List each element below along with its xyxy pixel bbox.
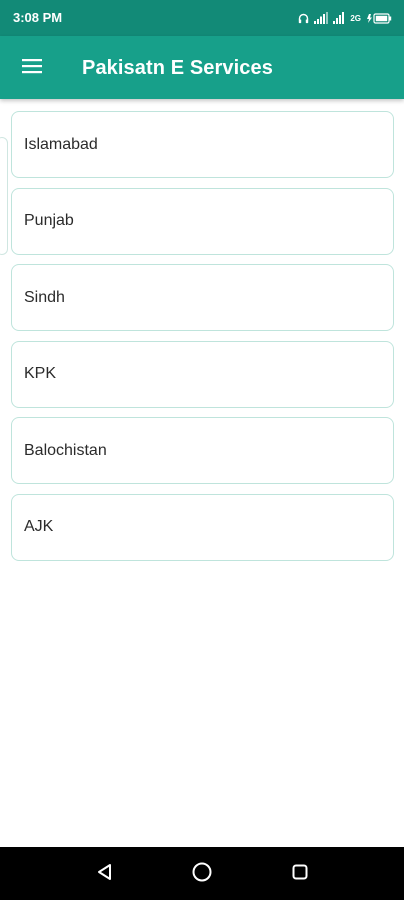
province-label: AJK	[24, 518, 54, 535]
province-label: Balochistan	[24, 441, 107, 459]
drawer-edge	[0, 137, 8, 255]
province-label: Punjab	[24, 212, 74, 229]
province-label: KPK	[24, 365, 57, 382]
province-label: Sindh	[24, 288, 65, 306]
menu-button[interactable]	[12, 48, 52, 88]
app-bar: Pakisatn E Services	[0, 36, 404, 99]
province-list: Islamabad Punjab Sindh KPK Balochistan A…	[11, 111, 394, 570]
province-item-sindh[interactable]: Sindh	[11, 264, 394, 331]
province-label: Islamabad	[24, 135, 98, 153]
status-bar: 3:08 PM 2G	[0, 0, 404, 36]
province-item-islamabad[interactable]: Islamabad	[11, 111, 394, 178]
app-screen: 3:08 PM 2G Pakisatn E Services Islamabad…	[0, 0, 404, 900]
signal-icon	[333, 12, 345, 24]
back-triangle-icon	[95, 862, 115, 887]
page-title: Pakisatn E Services	[82, 57, 273, 79]
network-type-icon: 2G	[350, 13, 361, 23]
province-item-balochistan[interactable]: Balochistan	[11, 417, 394, 484]
status-time: 3:08 PM	[13, 10, 63, 25]
province-item-kpk[interactable]: KPK	[11, 340, 394, 408]
home-circle-icon	[191, 861, 213, 888]
battery-icon	[366, 12, 392, 24]
province-item-ajk[interactable]: AJK	[11, 493, 394, 561]
recent-apps-square-icon	[290, 862, 310, 887]
status-icons: 2G	[298, 9, 392, 27]
headphones-icon	[298, 13, 309, 24]
province-list-container: Islamabad Punjab Sindh KPK Balochistan A…	[0, 99, 404, 847]
hamburger-menu-icon	[22, 58, 42, 79]
recent-apps-button[interactable]	[286, 860, 314, 888]
province-item-punjab[interactable]: Punjab	[11, 187, 394, 255]
home-button[interactable]	[188, 860, 216, 888]
back-button[interactable]	[91, 860, 119, 888]
signal-icon	[314, 12, 329, 24]
system-navigation-bar	[0, 847, 404, 900]
